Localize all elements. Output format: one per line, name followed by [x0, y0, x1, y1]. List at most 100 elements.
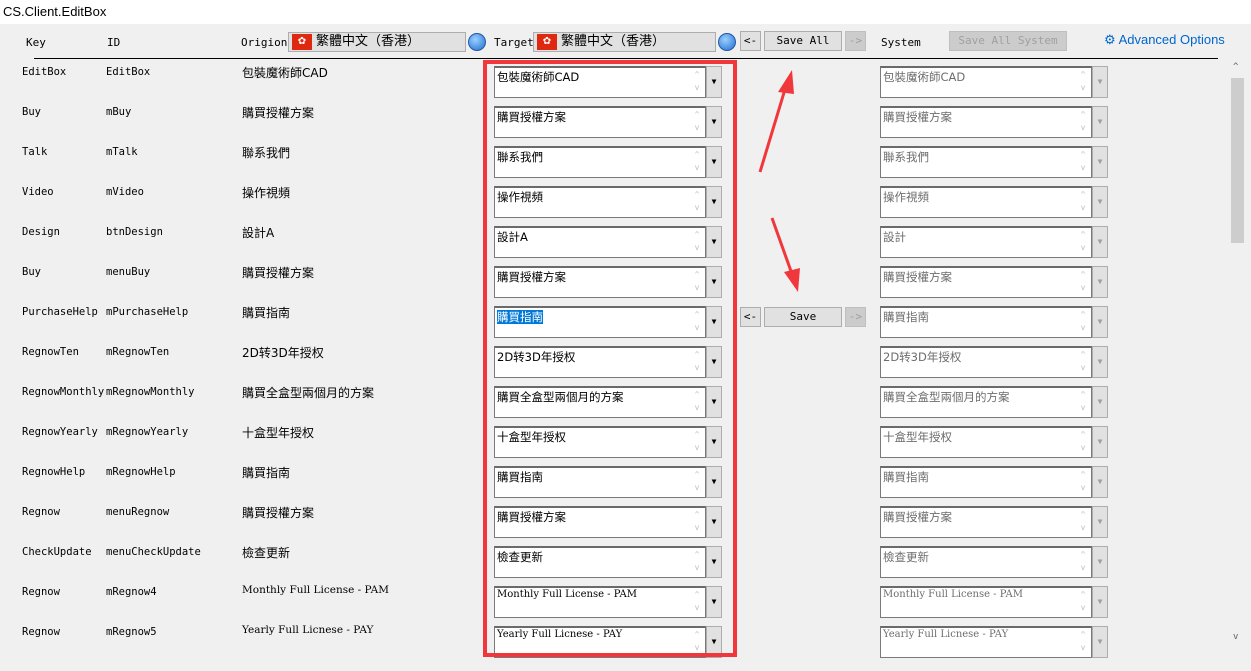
- advanced-options-link[interactable]: ⚙ Advanced Options: [1104, 32, 1225, 48]
- system-text-input[interactable]: Yearly Full Licnese - PAY: [880, 626, 1092, 658]
- system-column-header: System: [881, 36, 921, 49]
- save-all-system-button[interactable]: Save All System: [949, 31, 1067, 51]
- system-dropdown-button[interactable]: ▼: [1092, 346, 1108, 378]
- system-text-input[interactable]: 2D转3D年授权: [880, 346, 1092, 378]
- row-id: mBuy: [106, 106, 132, 118]
- row-origin: 檢查更新: [242, 546, 291, 560]
- system-text-input[interactable]: 聯系我們: [880, 146, 1092, 178]
- system-dropdown-button[interactable]: ▼: [1092, 306, 1108, 338]
- row-key: Buy: [22, 106, 41, 118]
- save-button[interactable]: Save: [764, 307, 842, 327]
- system-text-input[interactable]: 包裝魔術師CAD: [880, 66, 1092, 98]
- arrow-down-line: [770, 217, 794, 275]
- gear-icon: ⚙: [1104, 32, 1116, 47]
- system-dropdown-button[interactable]: ▼: [1092, 466, 1108, 498]
- system-text-input[interactable]: 購買授權方案: [880, 266, 1092, 298]
- system-spin-icon[interactable]: ^ v: [1076, 68, 1090, 96]
- row-origin: 購買授權方案: [242, 266, 315, 280]
- system-dropdown-button[interactable]: ▼: [1092, 386, 1108, 418]
- system-text-input[interactable]: 設計: [880, 226, 1092, 258]
- row-origin: 聯系我們: [242, 146, 291, 160]
- row-key: RegnowTen: [22, 346, 79, 358]
- row-key: RegnowHelp: [22, 466, 86, 478]
- row-origin: 購買指南: [242, 466, 291, 480]
- system-spin-icon[interactable]: ^ v: [1076, 228, 1090, 256]
- system-text-input[interactable]: 購買指南: [880, 466, 1092, 498]
- row-origin: 包裝魔術師CAD: [242, 66, 328, 80]
- system-text-input[interactable]: 檢查更新: [880, 546, 1092, 578]
- row-key: Video: [22, 186, 54, 198]
- highlight-box: [483, 60, 737, 657]
- row-origin: Yearly Full Licnese - PAY: [242, 624, 374, 636]
- target-label: Target: [494, 36, 534, 49]
- system-text-input[interactable]: 購買指南: [880, 306, 1092, 338]
- system-spin-icon[interactable]: ^ v: [1076, 188, 1090, 216]
- system-spin-icon[interactable]: ^ v: [1076, 468, 1090, 496]
- row-key: RegnowMonthly: [22, 386, 105, 398]
- row-id: menuBuy: [106, 266, 151, 278]
- arrow-up-line: [758, 85, 788, 173]
- row-origin: 購買全盒型兩個月的方案: [242, 386, 375, 400]
- scroll-down-icon[interactable]: v: [1233, 632, 1238, 642]
- system-dropdown-button[interactable]: ▼: [1092, 186, 1108, 218]
- annotation-arrows: [758, 70, 800, 292]
- system-dropdown-button[interactable]: ▼: [1092, 66, 1108, 98]
- system-spin-icon[interactable]: ^ v: [1076, 588, 1090, 616]
- system-spin-icon[interactable]: ^ v: [1076, 428, 1090, 456]
- row-id: menuCheckUpdate: [106, 546, 201, 558]
- refresh-origin-icon[interactable]: [468, 33, 486, 51]
- copy-all-right-button[interactable]: ->: [845, 31, 866, 51]
- system-text-input[interactable]: Monthly Full License - PAM: [880, 586, 1092, 618]
- refresh-target-icon[interactable]: [718, 33, 736, 51]
- system-dropdown-button[interactable]: ▼: [1092, 146, 1108, 178]
- row-key: PurchaseHelp: [22, 306, 98, 318]
- row-origin: 操作視頻: [242, 186, 291, 200]
- row-key: Design: [22, 226, 60, 238]
- row-id: mTalk: [106, 146, 138, 158]
- system-spin-icon[interactable]: ^ v: [1076, 268, 1090, 296]
- copy-left-button[interactable]: <-: [740, 307, 761, 327]
- system-spin-icon[interactable]: ^ v: [1076, 388, 1090, 416]
- copy-right-button[interactable]: ->: [845, 307, 866, 327]
- scrollbar-thumb[interactable]: [1231, 78, 1244, 243]
- system-spin-icon[interactable]: ^ v: [1076, 108, 1090, 136]
- row-id: mRegnowTen: [106, 346, 170, 358]
- system-spin-icon[interactable]: ^ v: [1076, 508, 1090, 536]
- system-text-input[interactable]: 十盒型年授权: [880, 426, 1092, 458]
- target-language-select[interactable]: ✿ 繁體中文（香港）: [533, 32, 716, 52]
- system-dropdown-button[interactable]: ▼: [1092, 106, 1108, 138]
- arrow-down-head: [784, 268, 800, 292]
- system-text-input[interactable]: 購買全盒型兩個月的方案: [880, 386, 1092, 418]
- system-spin-icon[interactable]: ^ v: [1076, 148, 1090, 176]
- system-dropdown-button[interactable]: ▼: [1092, 266, 1108, 298]
- row-origin: 2D转3D年授权: [242, 346, 324, 360]
- scroll-up-icon[interactable]: ^: [1233, 62, 1238, 72]
- row-origin: 購買指南: [242, 306, 291, 320]
- system-dropdown-button[interactable]: ▼: [1092, 626, 1108, 658]
- row-id: mRegnowYearly: [106, 426, 189, 438]
- row-origin: 設計A: [242, 226, 275, 240]
- row-key: Talk: [22, 146, 48, 158]
- system-text-input[interactable]: 購買授權方案: [880, 506, 1092, 538]
- origin-language-select[interactable]: ✿ 繁體中文（香港）: [288, 32, 466, 52]
- system-dropdown-button[interactable]: ▼: [1092, 546, 1108, 578]
- origin-language-value: 繁體中文（香港）: [316, 34, 421, 49]
- system-text-input[interactable]: 購買授權方案: [880, 106, 1092, 138]
- system-spin-icon[interactable]: ^ v: [1076, 628, 1090, 656]
- system-dropdown-button[interactable]: ▼: [1092, 226, 1108, 258]
- system-dropdown-button[interactable]: ▼: [1092, 506, 1108, 538]
- system-spin-icon[interactable]: ^ v: [1076, 548, 1090, 576]
- copy-all-left-button[interactable]: <-: [740, 31, 761, 51]
- row-id: mVideo: [106, 186, 144, 198]
- system-spin-icon[interactable]: ^ v: [1076, 348, 1090, 376]
- row-origin: 十盒型年授权: [242, 426, 315, 440]
- system-spin-icon[interactable]: ^ v: [1076, 308, 1090, 336]
- row-id: EditBox: [106, 66, 151, 78]
- id-column-header: ID: [107, 36, 121, 49]
- save-all-button[interactable]: Save All: [764, 31, 842, 51]
- arrow-up-head: [778, 70, 794, 94]
- system-text-input[interactable]: 操作視頻: [880, 186, 1092, 218]
- system-dropdown-button[interactable]: ▼: [1092, 586, 1108, 618]
- system-dropdown-button[interactable]: ▼: [1092, 426, 1108, 458]
- hong-kong-flag-icon: ✿: [292, 34, 312, 50]
